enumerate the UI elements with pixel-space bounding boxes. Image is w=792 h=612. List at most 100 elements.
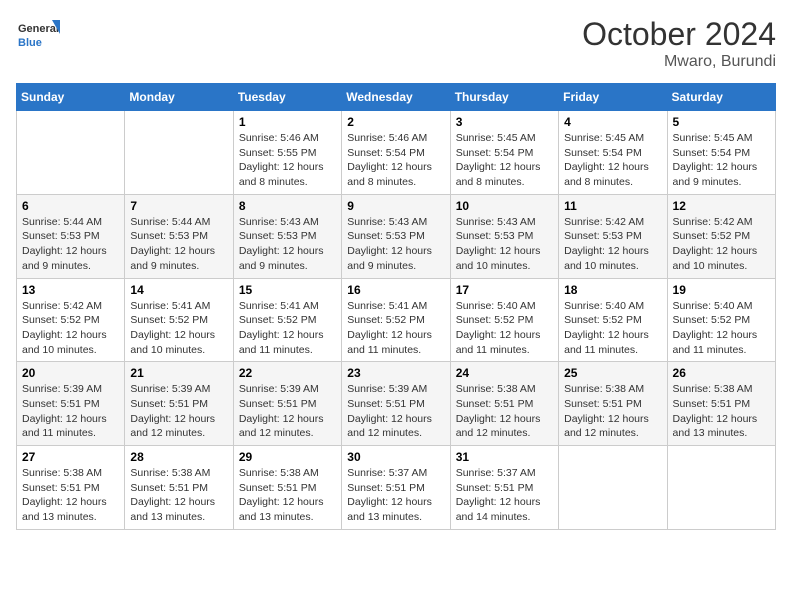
calendar-cell: 31 Sunrise: 5:37 AMSunset: 5:51 PMDaylig… <box>450 446 558 530</box>
day-number: 2 <box>347 115 444 129</box>
day-info: Sunrise: 5:39 AMSunset: 5:51 PMDaylight:… <box>347 383 432 439</box>
day-info: Sunrise: 5:39 AMSunset: 5:51 PMDaylight:… <box>239 383 324 439</box>
calendar-cell <box>125 111 233 195</box>
calendar-cell: 14 Sunrise: 5:41 AMSunset: 5:52 PMDaylig… <box>125 278 233 362</box>
calendar-cell: 7 Sunrise: 5:44 AMSunset: 5:53 PMDayligh… <box>125 194 233 278</box>
month-title: October 2024 <box>582 16 776 53</box>
calendar-cell <box>559 446 667 530</box>
weekday-header-sunday: Sunday <box>17 84 125 111</box>
day-number: 5 <box>673 115 770 129</box>
title-block: October 2024 Mwaro, Burundi <box>582 16 776 71</box>
weekday-header-tuesday: Tuesday <box>233 84 341 111</box>
calendar-week-row: 13 Sunrise: 5:42 AMSunset: 5:52 PMDaylig… <box>17 278 776 362</box>
day-info: Sunrise: 5:45 AMSunset: 5:54 PMDaylight:… <box>673 132 758 188</box>
day-info: Sunrise: 5:46 AMSunset: 5:55 PMDaylight:… <box>239 132 324 188</box>
day-info: Sunrise: 5:38 AMSunset: 5:51 PMDaylight:… <box>22 467 107 523</box>
day-number: 9 <box>347 199 444 213</box>
day-info: Sunrise: 5:45 AMSunset: 5:54 PMDaylight:… <box>456 132 541 188</box>
calendar-cell: 8 Sunrise: 5:43 AMSunset: 5:53 PMDayligh… <box>233 194 341 278</box>
calendar-cell: 1 Sunrise: 5:46 AMSunset: 5:55 PMDayligh… <box>233 111 341 195</box>
day-number: 1 <box>239 115 336 129</box>
day-number: 10 <box>456 199 553 213</box>
calendar-cell: 23 Sunrise: 5:39 AMSunset: 5:51 PMDaylig… <box>342 362 450 446</box>
day-number: 13 <box>22 283 119 297</box>
weekday-header-row: SundayMondayTuesdayWednesdayThursdayFrid… <box>17 84 776 111</box>
weekday-header-monday: Monday <box>125 84 233 111</box>
day-info: Sunrise: 5:37 AMSunset: 5:51 PMDaylight:… <box>456 467 541 523</box>
day-info: Sunrise: 5:41 AMSunset: 5:52 PMDaylight:… <box>239 300 324 356</box>
day-number: 7 <box>130 199 227 213</box>
day-number: 20 <box>22 366 119 380</box>
day-number: 31 <box>456 450 553 464</box>
day-info: Sunrise: 5:42 AMSunset: 5:52 PMDaylight:… <box>22 300 107 356</box>
day-number: 18 <box>564 283 661 297</box>
calendar-cell: 29 Sunrise: 5:38 AMSunset: 5:51 PMDaylig… <box>233 446 341 530</box>
day-info: Sunrise: 5:37 AMSunset: 5:51 PMDaylight:… <box>347 467 432 523</box>
calendar-cell: 9 Sunrise: 5:43 AMSunset: 5:53 PMDayligh… <box>342 194 450 278</box>
calendar-cell: 5 Sunrise: 5:45 AMSunset: 5:54 PMDayligh… <box>667 111 775 195</box>
calendar-cell: 3 Sunrise: 5:45 AMSunset: 5:54 PMDayligh… <box>450 111 558 195</box>
calendar-cell <box>667 446 775 530</box>
day-number: 11 <box>564 199 661 213</box>
day-number: 27 <box>22 450 119 464</box>
calendar-cell: 18 Sunrise: 5:40 AMSunset: 5:52 PMDaylig… <box>559 278 667 362</box>
day-number: 4 <box>564 115 661 129</box>
location-title: Mwaro, Burundi <box>582 53 776 71</box>
day-info: Sunrise: 5:41 AMSunset: 5:52 PMDaylight:… <box>347 300 432 356</box>
calendar-cell: 11 Sunrise: 5:42 AMSunset: 5:53 PMDaylig… <box>559 194 667 278</box>
weekday-header-friday: Friday <box>559 84 667 111</box>
calendar-cell: 16 Sunrise: 5:41 AMSunset: 5:52 PMDaylig… <box>342 278 450 362</box>
calendar-cell: 20 Sunrise: 5:39 AMSunset: 5:51 PMDaylig… <box>17 362 125 446</box>
calendar-cell: 30 Sunrise: 5:37 AMSunset: 5:51 PMDaylig… <box>342 446 450 530</box>
day-info: Sunrise: 5:38 AMSunset: 5:51 PMDaylight:… <box>130 467 215 523</box>
day-info: Sunrise: 5:43 AMSunset: 5:53 PMDaylight:… <box>239 216 324 272</box>
calendar-cell: 25 Sunrise: 5:38 AMSunset: 5:51 PMDaylig… <box>559 362 667 446</box>
calendar-cell: 13 Sunrise: 5:42 AMSunset: 5:52 PMDaylig… <box>17 278 125 362</box>
calendar-cell: 19 Sunrise: 5:40 AMSunset: 5:52 PMDaylig… <box>667 278 775 362</box>
day-info: Sunrise: 5:39 AMSunset: 5:51 PMDaylight:… <box>130 383 215 439</box>
calendar-cell: 17 Sunrise: 5:40 AMSunset: 5:52 PMDaylig… <box>450 278 558 362</box>
calendar-cell: 4 Sunrise: 5:45 AMSunset: 5:54 PMDayligh… <box>559 111 667 195</box>
day-info: Sunrise: 5:42 AMSunset: 5:52 PMDaylight:… <box>673 216 758 272</box>
svg-text:Blue: Blue <box>18 37 42 49</box>
weekday-header-saturday: Saturday <box>667 84 775 111</box>
calendar-week-row: 1 Sunrise: 5:46 AMSunset: 5:55 PMDayligh… <box>17 111 776 195</box>
calendar-cell <box>17 111 125 195</box>
weekday-header-thursday: Thursday <box>450 84 558 111</box>
day-info: Sunrise: 5:44 AMSunset: 5:53 PMDaylight:… <box>130 216 215 272</box>
day-number: 23 <box>347 366 444 380</box>
calendar-cell: 22 Sunrise: 5:39 AMSunset: 5:51 PMDaylig… <box>233 362 341 446</box>
day-number: 14 <box>130 283 227 297</box>
day-info: Sunrise: 5:41 AMSunset: 5:52 PMDaylight:… <box>130 300 215 356</box>
day-info: Sunrise: 5:40 AMSunset: 5:52 PMDaylight:… <box>456 300 541 356</box>
calendar-table: SundayMondayTuesdayWednesdayThursdayFrid… <box>16 83 776 530</box>
day-info: Sunrise: 5:46 AMSunset: 5:54 PMDaylight:… <box>347 132 432 188</box>
day-number: 21 <box>130 366 227 380</box>
day-info: Sunrise: 5:43 AMSunset: 5:53 PMDaylight:… <box>456 216 541 272</box>
day-number: 3 <box>456 115 553 129</box>
calendar-cell: 6 Sunrise: 5:44 AMSunset: 5:53 PMDayligh… <box>17 194 125 278</box>
calendar-week-row: 6 Sunrise: 5:44 AMSunset: 5:53 PMDayligh… <box>17 194 776 278</box>
day-number: 6 <box>22 199 119 213</box>
calendar-cell: 24 Sunrise: 5:38 AMSunset: 5:51 PMDaylig… <box>450 362 558 446</box>
calendar-cell: 26 Sunrise: 5:38 AMSunset: 5:51 PMDaylig… <box>667 362 775 446</box>
logo-icon: General Blue <box>16 16 60 60</box>
calendar-week-row: 20 Sunrise: 5:39 AMSunset: 5:51 PMDaylig… <box>17 362 776 446</box>
svg-text:General: General <box>18 23 59 35</box>
day-info: Sunrise: 5:40 AMSunset: 5:52 PMDaylight:… <box>673 300 758 356</box>
day-number: 8 <box>239 199 336 213</box>
day-number: 24 <box>456 366 553 380</box>
day-info: Sunrise: 5:44 AMSunset: 5:53 PMDaylight:… <box>22 216 107 272</box>
day-number: 15 <box>239 283 336 297</box>
calendar-cell: 21 Sunrise: 5:39 AMSunset: 5:51 PMDaylig… <box>125 362 233 446</box>
weekday-header-wednesday: Wednesday <box>342 84 450 111</box>
day-info: Sunrise: 5:38 AMSunset: 5:51 PMDaylight:… <box>239 467 324 523</box>
day-number: 16 <box>347 283 444 297</box>
day-number: 28 <box>130 450 227 464</box>
calendar-cell: 28 Sunrise: 5:38 AMSunset: 5:51 PMDaylig… <box>125 446 233 530</box>
day-number: 12 <box>673 199 770 213</box>
day-info: Sunrise: 5:38 AMSunset: 5:51 PMDaylight:… <box>673 383 758 439</box>
calendar-cell: 27 Sunrise: 5:38 AMSunset: 5:51 PMDaylig… <box>17 446 125 530</box>
day-number: 30 <box>347 450 444 464</box>
calendar-week-row: 27 Sunrise: 5:38 AMSunset: 5:51 PMDaylig… <box>17 446 776 530</box>
